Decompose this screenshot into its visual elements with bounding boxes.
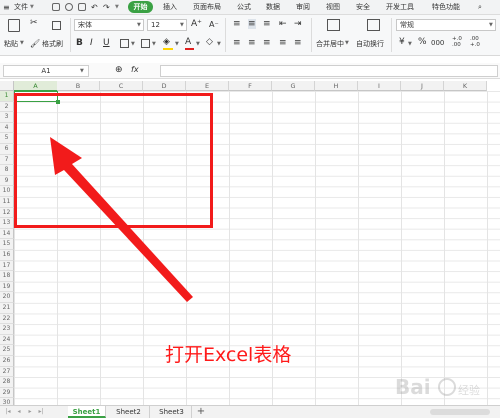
- horizontal-scrollbar[interactable]: [430, 409, 490, 415]
- sheet-tabs-bar: |◂ ◂ ▸ ▸| Sheet1 Sheet2 Sheet3 +: [0, 405, 500, 418]
- add-sheet-button[interactable]: +: [195, 406, 207, 418]
- first-sheet-icon[interactable]: |◂: [4, 408, 12, 416]
- sheet-tab-3[interactable]: Sheet3: [152, 406, 192, 418]
- sheet-tab-2[interactable]: Sheet2: [108, 406, 150, 418]
- svg-text:经验: 经验: [458, 383, 480, 397]
- last-sheet-icon[interactable]: ▸|: [37, 408, 45, 416]
- sheet-tab-1[interactable]: Sheet1: [68, 406, 106, 418]
- svg-text:Bai: Bai: [395, 375, 431, 399]
- baidu-jingyan-logo: Bai 经验: [395, 375, 480, 399]
- next-sheet-icon[interactable]: ▸: [26, 408, 34, 416]
- spreadsheet-window: ≡ 文件 ▼ ↶ ↷ ▼ 开始 插入 页面布局 公式 数据 审阅 视图 安全 开…: [0, 0, 500, 418]
- prev-sheet-icon[interactable]: ◂: [15, 408, 23, 416]
- annotation-caption: 打开Excel表格: [165, 344, 292, 366]
